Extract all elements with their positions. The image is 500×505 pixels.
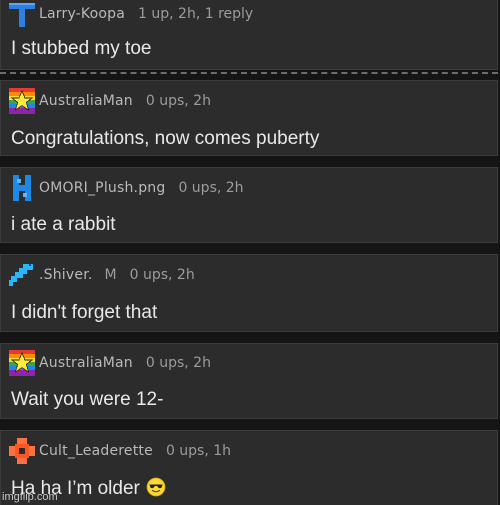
comment-text: Wait you were 12- — [11, 389, 164, 410]
username[interactable]: .Shiver. — [39, 267, 93, 283]
blue-pixel-glyph-icon[interactable] — [9, 175, 35, 201]
blue-pixel-t-icon[interactable] — [9, 1, 35, 27]
comment-meta: 1 up, 2h, 1 reply — [138, 6, 254, 22]
comment: AustraliaMan 0 ups, 2h Congratulations, … — [0, 80, 498, 156]
user-tag: M — [104, 267, 117, 283]
username[interactable]: AustraliaMan — [39, 355, 133, 371]
comment-header: .Shiver. M 0 ups, 2h — [9, 264, 195, 286]
comment: Cult_Leaderette 0 ups, 1h Ha ha I’m olde… — [0, 430, 498, 505]
sunglasses-face-icon — [146, 477, 166, 497]
rainbow-star-icon[interactable] — [9, 88, 35, 114]
comment-thread: Larry-Koopa 1 up, 2h, 1 reply I stubbed … — [0, 0, 500, 505]
watermark: imgflip.com — [2, 491, 58, 503]
comment-text: I didn't forget that — [11, 302, 158, 323]
reply-divider — [0, 72, 498, 74]
orange-pixel-flower-icon[interactable] — [9, 438, 35, 464]
username[interactable]: AustraliaMan — [39, 93, 133, 109]
comment-meta: 0 ups, 2h — [178, 180, 244, 196]
comment-header: Larry-Koopa 1 up, 2h, 1 reply — [9, 1, 254, 27]
comment: .Shiver. M 0 ups, 2h I didn't forget tha… — [0, 254, 498, 332]
blue-pixel-bird-icon[interactable] — [9, 262, 35, 288]
username[interactable]: OMORI_Plush.png — [39, 180, 165, 196]
comment-header: Cult_Leaderette 0 ups, 1h — [9, 438, 232, 464]
comment: OMORI_Plush.png 0 ups, 2h i ate a rabbit — [0, 167, 498, 243]
comment-text: Congratulations, now comes puberty — [11, 128, 320, 149]
comment-meta: 0 ups, 2h — [129, 267, 195, 283]
rainbow-star-icon[interactable] — [9, 350, 35, 376]
comment-meta: 0 ups, 1h — [165, 443, 232, 459]
comment: AustraliaMan 0 ups, 2h Wait you were 12- — [0, 343, 498, 419]
comment-meta: 0 ups, 2h — [145, 93, 211, 109]
comment-text: i ate a rabbit — [11, 214, 116, 235]
username[interactable]: Larry-Koopa — [39, 6, 125, 22]
username[interactable]: Cult_Leaderette — [39, 443, 153, 459]
comment-header: OMORI_Plush.png 0 ups, 2h — [9, 175, 244, 201]
comment-meta: 0 ups, 2h — [145, 355, 211, 371]
comment-header: AustraliaMan 0 ups, 2h — [9, 350, 211, 376]
comment-header: AustraliaMan 0 ups, 2h — [9, 88, 211, 114]
comment: Larry-Koopa 1 up, 2h, 1 reply I stubbed … — [0, 0, 498, 70]
comment-text: I stubbed my toe — [11, 38, 152, 59]
